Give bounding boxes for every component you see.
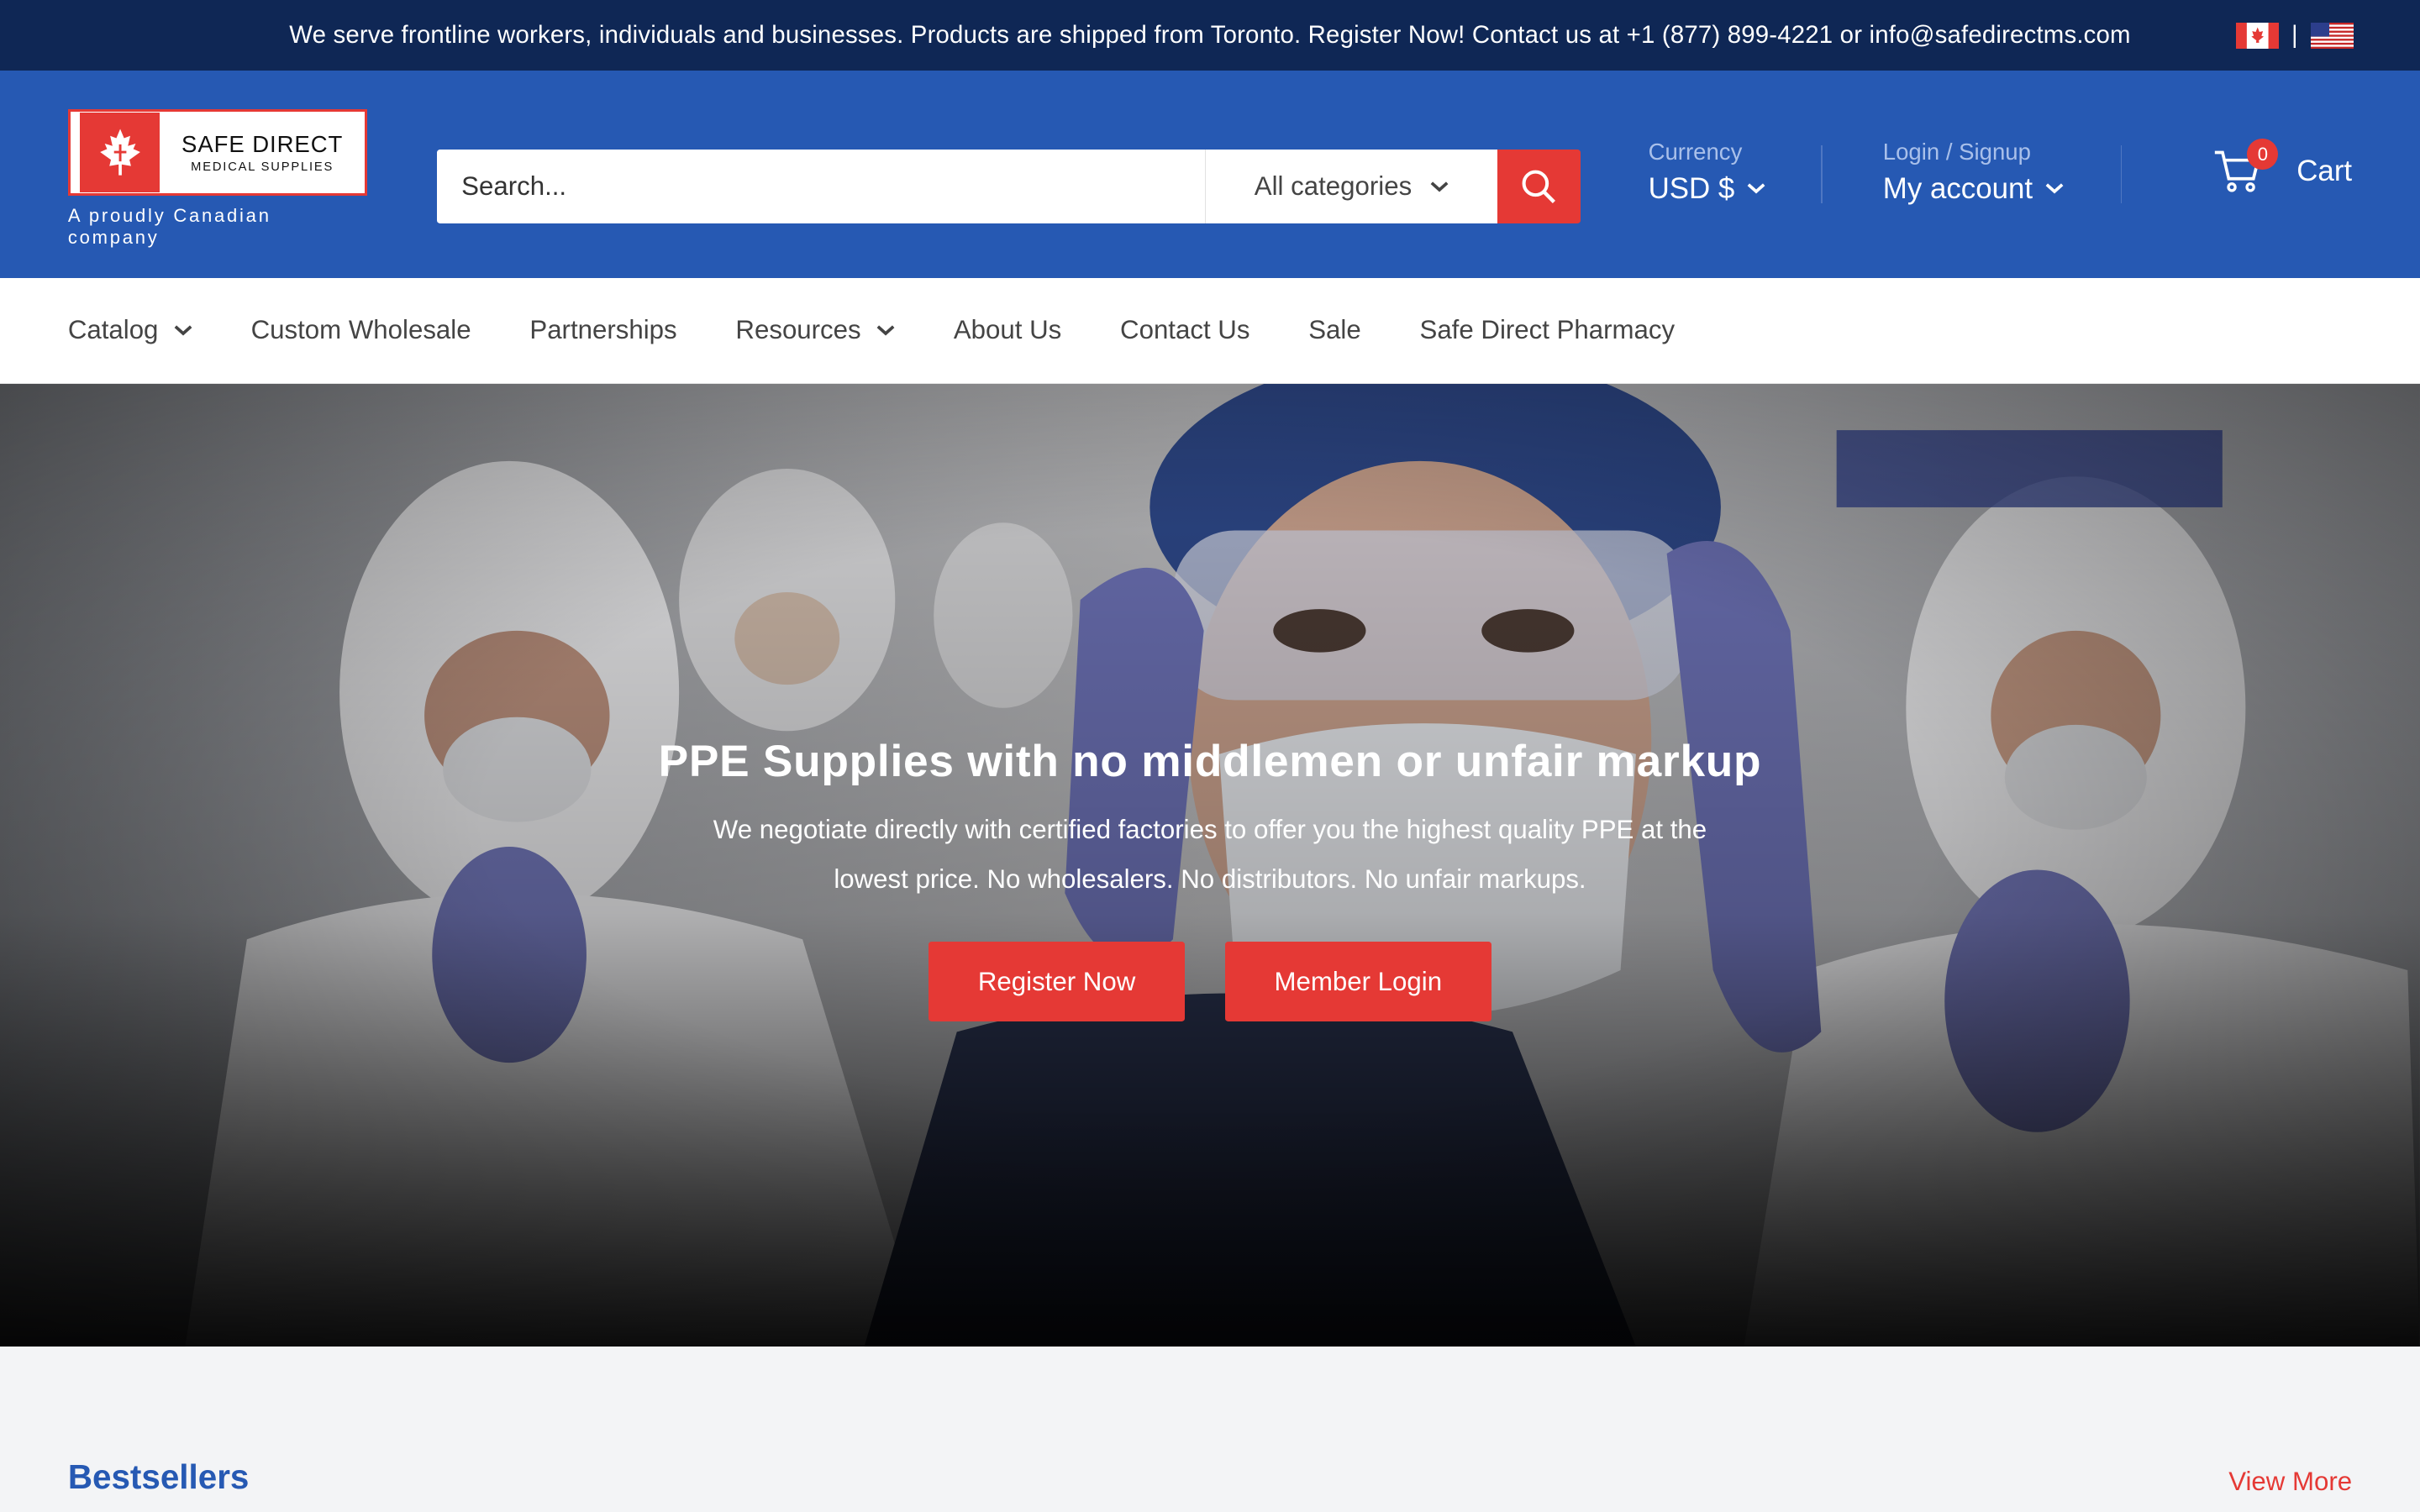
nav-item-catalog[interactable]: Catalog — [68, 315, 192, 345]
account-menu[interactable]: Login / Signup My account — [1883, 139, 2064, 205]
logo-line2: MEDICAL SUPPLIES — [191, 160, 334, 175]
announcement-text: We serve frontline workers, individuals … — [289, 21, 2131, 50]
bestsellers-title: Bestsellers — [67, 1457, 250, 1496]
chevron-down-icon — [2045, 183, 2064, 194]
search-input[interactable] — [436, 150, 1206, 224]
currency-selector[interactable]: Currency USD $ — [1649, 139, 1765, 205]
chevron-down-icon — [174, 325, 192, 336]
logo-box: SAFE DIRECT MEDICAL SUPPLIES — [67, 109, 368, 196]
nav-item-label: Sale — [1308, 315, 1361, 345]
hero-subtitle: We negotiate directly with certified fac… — [713, 815, 1707, 894]
nav-item-label: Custom Wholesale — [250, 315, 471, 345]
search-bar: All categories — [436, 150, 1581, 224]
nav-item-label: Partnerships — [529, 315, 677, 345]
currency-value: USD $ — [1648, 171, 1735, 205]
flag-separator: | — [2291, 21, 2298, 50]
nav-item-safe-direct-pharmacy[interactable]: Safe Direct Pharmacy — [1420, 315, 1676, 345]
nav-item-label: Contact Us — [1120, 315, 1250, 345]
nav-item-partnerships[interactable]: Partnerships — [529, 315, 676, 345]
nav-item-resources[interactable]: Resources — [735, 315, 895, 345]
canada-flag-icon[interactable] — [2235, 22, 2280, 49]
login-signup-link[interactable]: Login / Signup — [1883, 139, 2064, 165]
logo-tagline: A proudly Canadian company — [67, 204, 271, 248]
cart-label: Cart — [2296, 154, 2353, 187]
currency-label: Currency — [1648, 139, 1743, 165]
hero-content: PPE Supplies with no middlemen or unfair… — [0, 736, 2420, 1022]
my-account-label: My account — [1882, 171, 2033, 205]
category-select-label: All categories — [1254, 171, 1413, 202]
header-divider — [2120, 144, 2123, 204]
chevron-down-icon — [876, 325, 895, 336]
usa-flag-icon[interactable] — [2310, 22, 2354, 49]
bestsellers-section: Bestsellers View More — [0, 1347, 2420, 1512]
search-button[interactable] — [1497, 150, 1581, 224]
nav-item-label: Resources — [735, 315, 861, 345]
register-now-button[interactable]: Register Now — [929, 941, 1185, 1022]
site-header: SAFE DIRECT MEDICAL SUPPLIES A proudly C… — [0, 71, 2420, 278]
nav-item-sale[interactable]: Sale — [1308, 315, 1360, 345]
cart-button[interactable]: 0 Cart — [2213, 139, 2353, 194]
cart-count-badge: 0 — [2247, 139, 2279, 171]
search-icon — [1522, 170, 1556, 204]
main-nav: Catalog Custom Wholesale Partnerships Re… — [0, 277, 2420, 385]
logo-line1: SAFE DIRECT — [182, 130, 344, 157]
nav-item-custom-wholesale[interactable]: Custom Wholesale — [251, 315, 471, 345]
nav-item-contact-us[interactable]: Contact Us — [1120, 315, 1249, 345]
chevron-down-icon — [1747, 183, 1765, 194]
hero-banner: PPE Supplies with no middlemen or unfair… — [0, 384, 2420, 1347]
nav-item-label: Safe Direct Pharmacy — [1419, 315, 1676, 345]
site-logo[interactable]: SAFE DIRECT MEDICAL SUPPLIES A proudly C… — [67, 109, 368, 248]
header-divider — [1821, 144, 1823, 204]
maple-leaf-icon — [79, 112, 160, 193]
chevron-down-icon — [1430, 181, 1449, 192]
member-login-button[interactable]: Member Login — [1224, 941, 1491, 1022]
nav-item-about-us[interactable]: About Us — [954, 315, 1061, 345]
category-select[interactable]: All categories — [1205, 150, 1497, 224]
nav-item-label: About Us — [953, 315, 1062, 345]
view-more-link[interactable]: View More — [2228, 1467, 2352, 1497]
hero-title: PPE Supplies with no middlemen or unfair… — [658, 737, 1762, 787]
nav-item-label: Catalog — [67, 315, 159, 345]
country-switcher: | — [2235, 0, 2354, 71]
announcement-bar: We serve frontline workers, individuals … — [0, 0, 2420, 71]
